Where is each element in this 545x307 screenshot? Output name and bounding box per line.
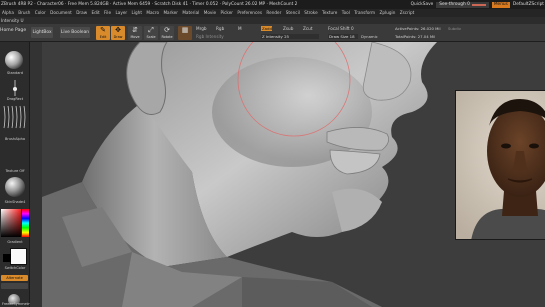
scale-button[interactable]: ⤢ Scale — [144, 26, 158, 40]
menus-toggle[interactable]: Menus — [491, 1, 510, 8]
sub-toolbar: Intensity U — [0, 17, 545, 24]
see-through-slider[interactable]: See-through 0 — [436, 1, 489, 8]
switch-color-label: SwitchColor — [4, 266, 26, 270]
menu-render[interactable]: Render — [266, 9, 281, 17]
dragrect-stroke-label: DragRect — [6, 97, 24, 101]
see-through-track — [471, 3, 486, 6]
menu-layer[interactable]: Layer — [115, 9, 127, 17]
intensity-indicator: Intensity U — [1, 18, 24, 23]
menu-stroke[interactable]: Stroke — [304, 9, 317, 17]
left-tray: Standard DragRect BrushAlpha Texture Off… — [0, 42, 32, 307]
secondary-color-swatch[interactable] — [3, 254, 11, 262]
subdiv-slider[interactable]: Subdiv — [448, 26, 461, 31]
rotate-button[interactable]: ⟳ Rotate — [160, 26, 174, 40]
see-through-label: See-through 0 — [439, 1, 470, 7]
menu-macro[interactable]: Macro — [146, 9, 159, 17]
reference-photo — [455, 90, 545, 240]
top-shelf: Home Page LightBox Live Boolean ✎ Edit ✥… — [0, 24, 545, 42]
model-cheek — [212, 57, 372, 167]
zadd-button[interactable]: Zadd — [261, 26, 272, 31]
main-color-swatch[interactable] — [10, 248, 27, 265]
home-page-button[interactable]: Home Page — [0, 28, 26, 33]
poly-frame-button[interactable]: ▦ — [178, 26, 192, 40]
menu-texture[interactable]: Texture — [322, 9, 337, 17]
live-boolean-button[interactable]: Live Boolean — [60, 27, 90, 38]
zsub-button[interactable]: Zsub — [283, 26, 293, 31]
menu-file[interactable]: File — [104, 9, 111, 17]
menu-preferences[interactable]: Preferences — [237, 9, 262, 17]
mrgb-button[interactable]: Mrgb — [196, 26, 207, 31]
reference-portrait — [456, 91, 545, 239]
document-canvas[interactable] — [42, 42, 545, 307]
focal-shift-slider[interactable]: Focal Shift 0 — [328, 26, 354, 31]
menu-alpha[interactable]: Alpha — [2, 9, 14, 17]
rotate-icon: ⟳ — [164, 26, 170, 34]
z-intensity-slider[interactable]: Z Intensity 25 — [261, 34, 319, 39]
draw-button[interactable]: ✥ Draw — [111, 26, 125, 40]
alpha-strokes-icon[interactable] — [1, 104, 29, 130]
tray-gutter — [30, 42, 42, 307]
quicksave-button[interactable]: QuickSave — [411, 0, 434, 9]
menu-tool[interactable]: Tool — [342, 9, 350, 17]
menu-movie[interactable]: Movie — [204, 9, 216, 17]
gradient-label: Gradient — [7, 240, 23, 244]
menu-draw[interactable]: Draw — [76, 9, 87, 17]
active-points-readout: ActivePoints: 26.020 Mil — [395, 26, 441, 31]
slot-button[interactable] — [1, 283, 28, 289]
move-icon: ⇵ — [132, 26, 138, 34]
material-sphere-icon[interactable] — [3, 175, 27, 199]
polyframe-icon: ▦ — [181, 26, 189, 34]
edit-button[interactable]: ✎ Edit — [96, 26, 110, 40]
dynamic-button[interactable]: Dynamic — [361, 34, 378, 39]
lightbox-button[interactable]: LightBox — [31, 27, 53, 38]
color-picker-icon[interactable] — [1, 209, 29, 237]
alternate-button[interactable]: Alternate — [1, 275, 28, 281]
default-zscript-button[interactable]: DefaultZScript — [513, 0, 545, 9]
menu-edit[interactable]: Edit — [92, 9, 100, 17]
texture-off-label: Texture Off — [5, 169, 25, 173]
menu-zplugin[interactable]: Zplugin — [380, 9, 396, 17]
freeze-symmetry-label: FreezeSymmetry — [2, 302, 32, 306]
draw-size-slider[interactable]: Draw Size 18 — [328, 34, 358, 39]
stroke-dot-icon[interactable] — [9, 80, 21, 96]
menu-document[interactable]: Document — [50, 9, 72, 17]
menu-picker[interactable]: Picker — [221, 9, 233, 17]
zcut-button[interactable]: Zcut — [303, 26, 312, 31]
title-bar: ZBrush 4R8 P2 · Character06 · Free Mem 5… — [0, 0, 545, 9]
material-label: SkinShade4 — [4, 200, 26, 204]
draw-icon: ✥ — [115, 26, 121, 34]
menu-bar: Alpha Brush Color Document Draw Edit Fil… — [0, 9, 545, 17]
rgb-button[interactable]: Rgb — [216, 26, 224, 31]
rgb-intensity-slider[interactable]: Rgb Intensity — [196, 34, 224, 39]
menu-transform[interactable]: Transform — [354, 9, 375, 17]
brush-alpha-label: BrushAlpha — [4, 137, 26, 141]
scale-icon: ⤢ — [148, 26, 154, 34]
app-title: ZBrush 4R8 P2 · Character06 · Free Mem 5… — [1, 2, 298, 7]
edit-icon: ✎ — [100, 26, 106, 34]
move-button[interactable]: ⇵ Move — [128, 26, 142, 40]
m-button[interactable]: M — [238, 26, 242, 31]
menu-brush[interactable]: Brush — [18, 9, 30, 17]
total-points-readout: TotalPoints: 27.04 Mil — [395, 34, 436, 39]
menu-color[interactable]: Color — [35, 9, 46, 17]
menu-stencil[interactable]: Stencil — [286, 9, 300, 17]
standard-brush-label: Standard — [7, 71, 23, 75]
menu-material[interactable]: Material — [182, 9, 199, 17]
menu-zscript[interactable]: Zscript — [400, 9, 415, 17]
standard-brush-icon[interactable] — [4, 50, 24, 70]
menu-marker[interactable]: Marker — [163, 9, 177, 17]
menu-light[interactable]: Light — [132, 9, 142, 17]
